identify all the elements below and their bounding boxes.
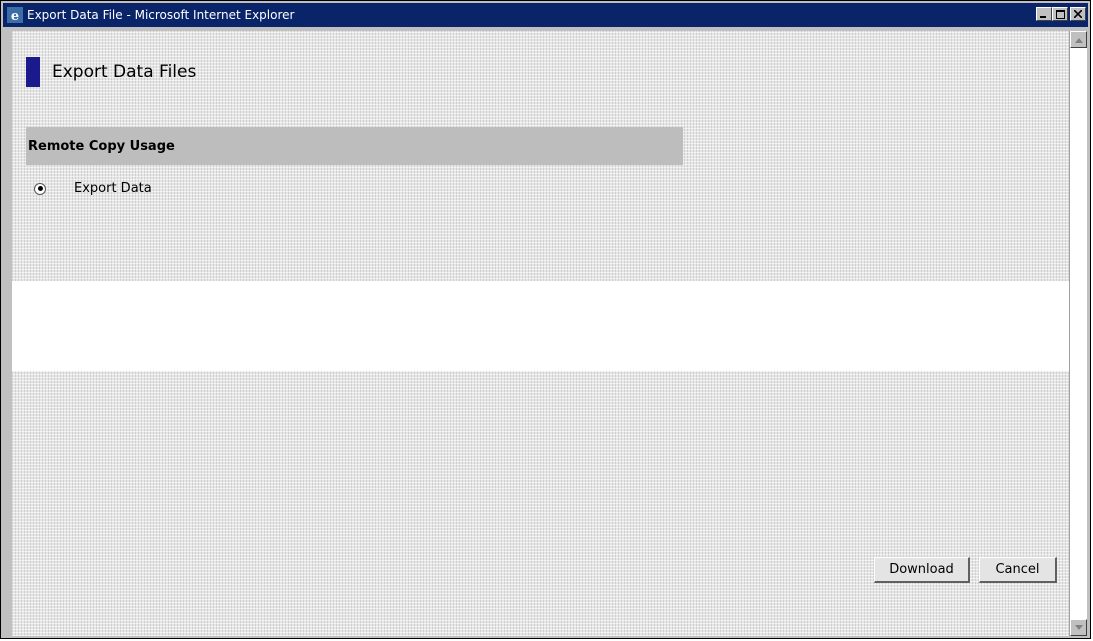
section-title: Remote Copy Usage <box>28 138 175 154</box>
browser-window: e Export Data File - Microsoft Internet … <box>0 0 1091 639</box>
maximize-icon <box>1055 9 1065 19</box>
export-data-radio[interactable] <box>34 182 46 195</box>
minimize-button[interactable] <box>1036 7 1052 21</box>
scroll-down-icon <box>1074 624 1083 630</box>
page-heading: Export Data Files <box>26 57 196 87</box>
window-titlebar[interactable]: e Export Data File - Microsoft Internet … <box>3 3 1088 27</box>
section-header: Remote Copy Usage <box>26 127 683 165</box>
heading-accent-block <box>26 57 40 87</box>
export-data-option[interactable]: Export Data <box>34 181 152 196</box>
scroll-down-button[interactable] <box>1070 619 1087 636</box>
scroll-up-button[interactable] <box>1070 31 1087 48</box>
svg-text:e: e <box>11 9 19 23</box>
download-button[interactable]: Download <box>874 557 970 583</box>
window-controls <box>1036 7 1086 21</box>
radio-selected-dot <box>37 186 43 191</box>
close-icon <box>1074 10 1082 18</box>
window-title: Export Data File - Microsoft Internet Ex… <box>27 8 295 22</box>
window-left-frame <box>3 31 12 636</box>
page-title: Export Data Files <box>52 62 197 82</box>
ie-icon: e <box>7 7 23 23</box>
page-content: Export Data Files Remote Copy Usage Expo… <box>12 31 1069 636</box>
close-button[interactable] <box>1070 7 1086 21</box>
background-band <box>12 281 1069 371</box>
cancel-button[interactable]: Cancel <box>979 557 1057 583</box>
scroll-up-icon <box>1074 37 1083 43</box>
export-data-label[interactable]: Export Data <box>74 181 152 196</box>
minimize-icon <box>1040 16 1046 18</box>
vertical-scrollbar[interactable] <box>1069 31 1087 636</box>
maximize-button[interactable] <box>1052 7 1068 21</box>
